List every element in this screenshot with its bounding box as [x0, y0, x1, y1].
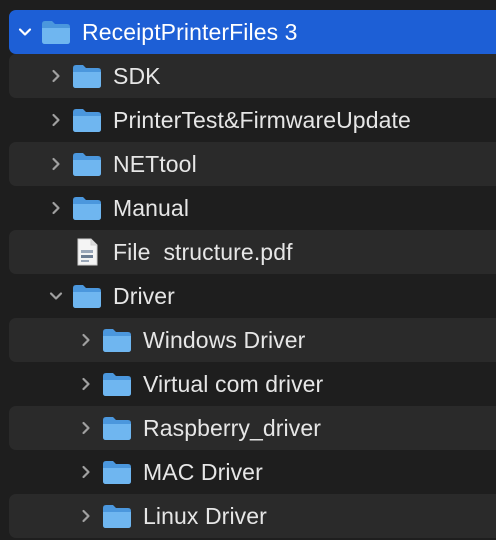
chevron-right-icon[interactable] — [72, 326, 100, 354]
tree-row-label: File structure.pdf — [113, 238, 293, 265]
chevron-right-icon[interactable] — [42, 62, 70, 90]
chevron-right-icon[interactable] — [72, 370, 100, 398]
tree-row-label: NETtool — [113, 150, 197, 177]
tree-row-mac-driver[interactable]: MAC Driver — [9, 450, 496, 494]
folder-icon — [39, 18, 73, 46]
folder-icon — [100, 458, 134, 486]
tree-row-driver[interactable]: Driver — [9, 274, 496, 318]
folder-icon — [70, 106, 104, 134]
tree-row-label: SDK — [113, 62, 161, 89]
chevron-down-icon[interactable] — [11, 18, 39, 46]
tree-row-label: MAC Driver — [143, 458, 263, 485]
tree-row-windows-driver[interactable]: Windows Driver — [9, 318, 496, 362]
tree-row-printertest-firmwareupdate[interactable]: PrinterTest&FirmwareUpdate — [9, 98, 496, 142]
chevron-right-icon[interactable] — [42, 150, 70, 178]
chevron-right-icon[interactable] — [42, 106, 70, 134]
file-tree: ReceiptPrinterFiles 3 SDK PrinterTest&Fi… — [0, 0, 496, 540]
folder-icon — [100, 502, 134, 530]
chevron-right-icon[interactable] — [72, 502, 100, 530]
tree-row-manual[interactable]: Manual — [9, 186, 496, 230]
pdf-file-icon — [70, 238, 104, 266]
chevron-right-icon[interactable] — [72, 414, 100, 442]
tree-row-label: Raspberry_driver — [143, 414, 321, 441]
tree-row-label: Linux Driver — [143, 502, 267, 529]
folder-icon — [70, 150, 104, 178]
chevron-down-icon[interactable] — [42, 282, 70, 310]
folder-icon — [100, 414, 134, 442]
tree-row-raspberry-driver[interactable]: Raspberry_driver — [9, 406, 496, 450]
tree-row-label: Virtual com driver — [143, 370, 324, 397]
tree-row-virtual-com-driver[interactable]: Virtual com driver — [9, 362, 496, 406]
folder-icon — [100, 326, 134, 354]
folder-icon — [70, 62, 104, 90]
tree-row-label: Driver — [113, 282, 175, 309]
tree-row-sdk[interactable]: SDK — [9, 54, 496, 98]
folder-icon — [70, 194, 104, 222]
folder-icon — [70, 282, 104, 310]
folder-icon — [100, 370, 134, 398]
tree-row-label: Manual — [113, 194, 190, 221]
tree-row-file-structure-pdf[interactable]: File structure.pdf — [9, 230, 496, 274]
tree-row-linux-driver[interactable]: Linux Driver — [9, 494, 496, 538]
tree-row-label: Windows Driver — [143, 326, 306, 353]
chevron-right-icon[interactable] — [72, 458, 100, 486]
tree-row-label: ReceiptPrinterFiles 3 — [82, 18, 298, 45]
tree-row-label: PrinterTest&FirmwareUpdate — [113, 106, 411, 133]
chevron-right-icon[interactable] — [42, 194, 70, 222]
tree-row-nettool[interactable]: NETtool — [9, 142, 496, 186]
tree-row-receiptprinterfiles-3[interactable]: ReceiptPrinterFiles 3 — [9, 10, 496, 54]
